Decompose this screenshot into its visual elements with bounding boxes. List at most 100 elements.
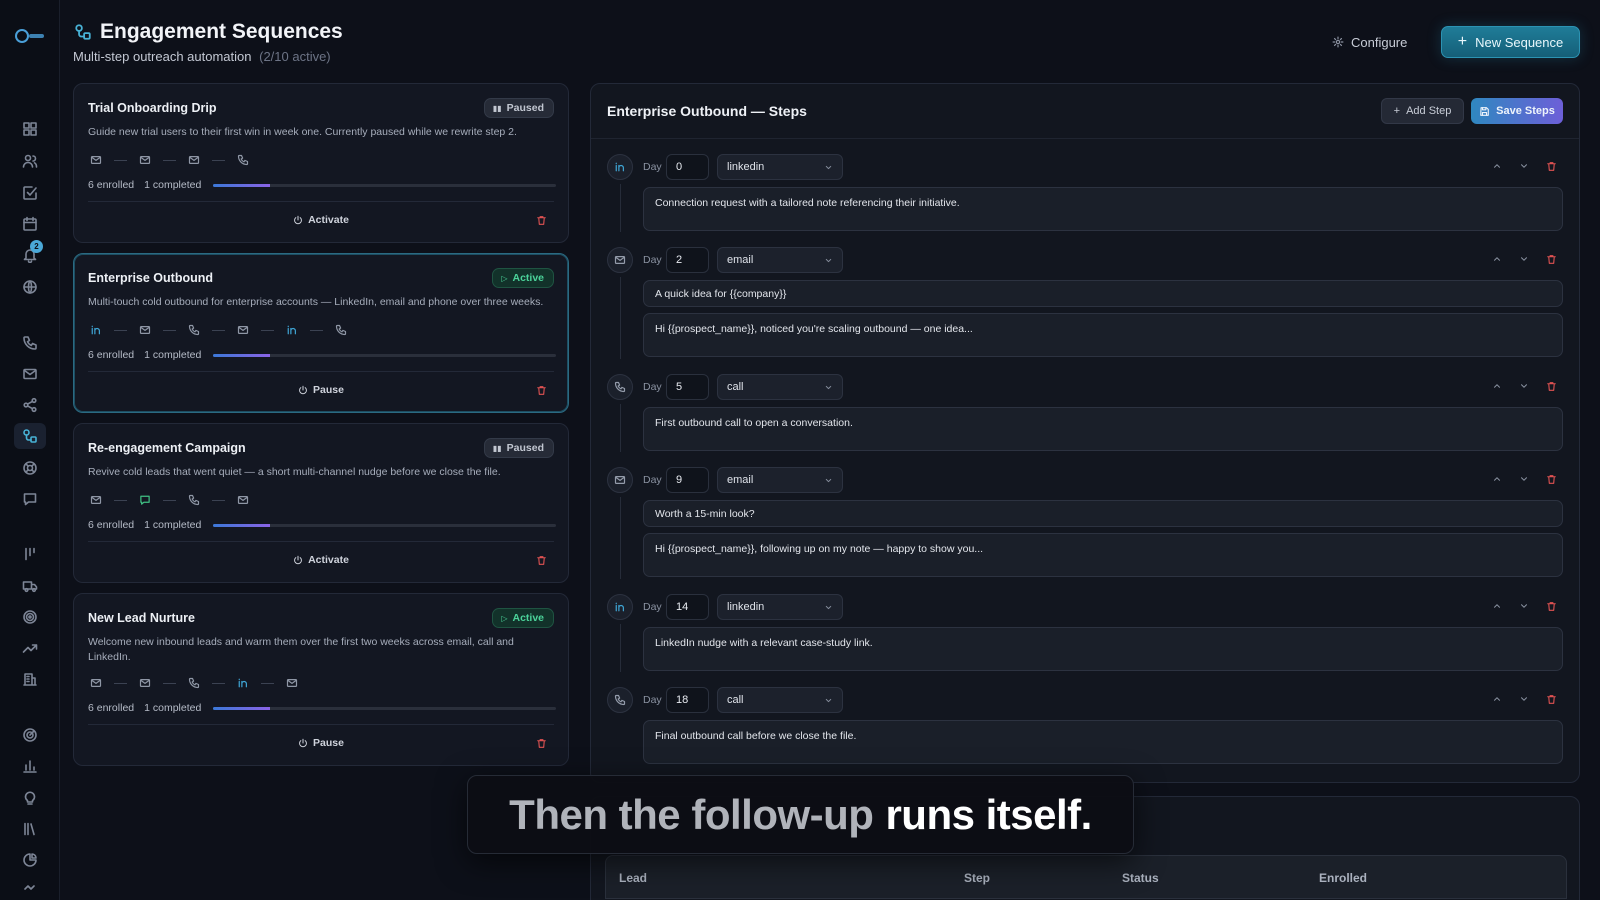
delete-step-button[interactable] bbox=[1546, 254, 1558, 266]
add-step-button[interactable]: + Add Step bbox=[1381, 98, 1464, 124]
channel-select[interactable]: linkedin bbox=[717, 154, 843, 180]
move-up-button[interactable] bbox=[1492, 601, 1504, 613]
pause-button[interactable]: Pause bbox=[298, 737, 344, 749]
users-icon[interactable] bbox=[14, 148, 46, 174]
plus-icon: + bbox=[1393, 105, 1401, 117]
channel-select[interactable]: linkedin bbox=[717, 594, 843, 620]
delete-sequence-button[interactable] bbox=[536, 555, 548, 567]
column-header-status[interactable]: Status bbox=[1122, 871, 1159, 885]
channel-row bbox=[88, 492, 251, 508]
more-icon[interactable] bbox=[14, 876, 46, 900]
column-header-step[interactable]: Step bbox=[964, 871, 990, 885]
channel-row bbox=[88, 322, 349, 338]
step-body-field[interactable]: Hi {{prospect_name}}, noticed you're sca… bbox=[643, 313, 1563, 357]
move-up-button[interactable] bbox=[1492, 161, 1504, 173]
status-badge: ▮▮ Paused bbox=[483, 98, 554, 118]
bulb-icon[interactable] bbox=[14, 785, 46, 811]
power-icon bbox=[298, 738, 308, 748]
sequence-name: Enterprise Outbound bbox=[88, 271, 213, 285]
move-down-button[interactable] bbox=[1519, 601, 1531, 613]
pause-button[interactable]: Pause bbox=[298, 384, 344, 396]
logo-icon[interactable] bbox=[14, 28, 46, 44]
bell-icon[interactable]: 2 bbox=[14, 240, 46, 268]
day-label: Day bbox=[643, 474, 662, 486]
sequence-card-selected[interactable]: Enterprise Outbound ▷ Active Multi-touch … bbox=[73, 253, 569, 413]
move-down-button[interactable] bbox=[1519, 161, 1531, 173]
step-body-field[interactable]: First outbound call to open a conversati… bbox=[643, 407, 1563, 451]
lifebuoy-icon[interactable] bbox=[14, 455, 46, 481]
activate-button[interactable]: Activate bbox=[293, 554, 349, 566]
truck-icon[interactable] bbox=[14, 573, 46, 599]
day-input[interactable]: 2 bbox=[666, 247, 709, 273]
move-down-button[interactable] bbox=[1519, 474, 1531, 486]
building-icon[interactable] bbox=[14, 666, 46, 692]
step-body-field[interactable]: Hi {{prospect_name}}, following up on my… bbox=[643, 533, 1563, 577]
sequence-icon[interactable] bbox=[14, 423, 46, 449]
save-steps-button[interactable]: Save Steps bbox=[1471, 98, 1563, 124]
move-up-button[interactable] bbox=[1492, 381, 1504, 393]
phone-icon[interactable] bbox=[14, 330, 46, 356]
move-up-button[interactable] bbox=[1492, 694, 1504, 706]
configure-button[interactable]: Configure bbox=[1332, 29, 1407, 55]
calendar-icon[interactable] bbox=[14, 211, 46, 237]
step-subject-field[interactable]: Worth a 15-min look? bbox=[643, 500, 1563, 527]
delete-sequence-button[interactable] bbox=[536, 738, 548, 750]
target-icon[interactable] bbox=[14, 604, 46, 630]
globe-icon[interactable] bbox=[14, 274, 46, 300]
pie-icon[interactable] bbox=[14, 847, 46, 873]
delete-step-button[interactable] bbox=[1546, 474, 1558, 486]
day-input[interactable]: 5 bbox=[666, 374, 709, 400]
move-down-button[interactable] bbox=[1519, 254, 1531, 266]
action-label: Activate bbox=[308, 554, 349, 566]
check-square-icon[interactable] bbox=[14, 180, 46, 206]
channel-select[interactable]: call bbox=[717, 374, 843, 400]
delete-step-button[interactable] bbox=[1546, 381, 1558, 393]
sequence-description: Welcome new inbound leads and warm them … bbox=[88, 636, 514, 663]
sequence-card[interactable]: Re-engagement Campaign ▮▮ Paused Revive c… bbox=[73, 423, 569, 583]
day-input[interactable]: 0 bbox=[666, 154, 709, 180]
linkedin-icon bbox=[607, 594, 633, 620]
delete-step-button[interactable] bbox=[1546, 694, 1558, 706]
share-icon[interactable] bbox=[14, 392, 46, 418]
page-title: Engagement Sequences bbox=[100, 20, 343, 43]
add-step-label: Add Step bbox=[1406, 105, 1452, 117]
new-sequence-button[interactable]: + New Sequence bbox=[1441, 26, 1580, 58]
trending-icon[interactable] bbox=[14, 635, 46, 661]
move-up-button[interactable] bbox=[1492, 254, 1504, 266]
channel-select[interactable]: email bbox=[717, 247, 843, 273]
bar-chart-icon[interactable] bbox=[14, 753, 46, 779]
column-header-enrolled[interactable]: Enrolled bbox=[1319, 871, 1367, 885]
mail-icon bbox=[88, 152, 104, 168]
delete-step-button[interactable] bbox=[1546, 601, 1558, 613]
sequence-card[interactable]: Trial Onboarding Drip ▮▮ Paused Guide new… bbox=[73, 83, 569, 243]
step-body-field[interactable]: Final outbound call before we close the … bbox=[643, 720, 1563, 764]
sequence-card[interactable]: New Lead Nurture ▷ Active Welcome new inb… bbox=[73, 593, 569, 766]
chat-icon[interactable] bbox=[14, 486, 46, 512]
mail-icon[interactable] bbox=[14, 361, 46, 387]
day-input[interactable]: 18 bbox=[666, 687, 709, 713]
delete-step-button[interactable] bbox=[1546, 161, 1558, 173]
radar-icon[interactable] bbox=[14, 722, 46, 748]
channel-row bbox=[88, 675, 300, 691]
move-down-button[interactable] bbox=[1519, 381, 1531, 393]
columns-icon[interactable] bbox=[14, 541, 46, 567]
delete-sequence-button[interactable] bbox=[536, 215, 548, 227]
library-icon[interactable] bbox=[14, 816, 46, 842]
grid-icon[interactable] bbox=[14, 116, 46, 142]
step-subject-field[interactable]: A quick idea for {{company}} bbox=[643, 280, 1563, 307]
day-input[interactable]: 14 bbox=[666, 594, 709, 620]
activate-button[interactable]: Activate bbox=[293, 214, 349, 226]
step-body-field[interactable]: Connection request with a tailored note … bbox=[643, 187, 1563, 231]
move-up-button[interactable] bbox=[1492, 474, 1504, 486]
day-input[interactable]: 9 bbox=[666, 467, 709, 493]
column-header-lead[interactable]: Lead bbox=[619, 871, 647, 885]
channel-value: email bbox=[727, 254, 754, 266]
move-down-button[interactable] bbox=[1519, 694, 1531, 706]
status-label: Paused bbox=[506, 442, 544, 454]
channel-select[interactable]: email bbox=[717, 467, 843, 493]
step-body-field[interactable]: LinkedIn nudge with a relevant case-stud… bbox=[643, 627, 1563, 671]
subtitle-text: Multi-step outreach automation bbox=[73, 49, 252, 64]
power-icon bbox=[298, 385, 308, 395]
channel-select[interactable]: call bbox=[717, 687, 843, 713]
delete-sequence-button[interactable] bbox=[536, 385, 548, 397]
